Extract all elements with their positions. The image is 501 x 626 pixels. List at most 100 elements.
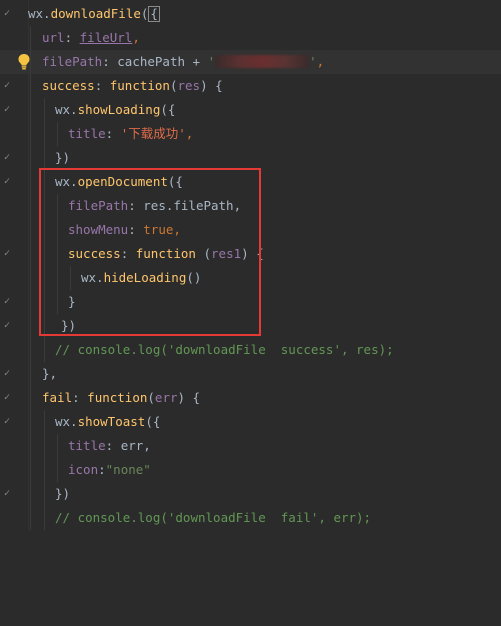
indent-guide: [44, 122, 45, 146]
token: : res.filePath,: [128, 198, 242, 213]
code-line[interactable]: ✓ },: [0, 362, 501, 386]
indent-guide: [30, 122, 31, 146]
fold-marker-icon[interactable]: ✓: [4, 314, 10, 338]
code-editor[interactable]: ✓ wx.downloadFile({ url: fileUrl, filePa…: [0, 0, 501, 531]
code-line[interactable]: title: err,: [0, 434, 501, 458]
code-line[interactable]: wx.hideLoading(): [0, 266, 501, 290]
indent-guide: [57, 218, 58, 242]
token: title: [68, 438, 106, 453]
code-line[interactable]: url: fileUrl,: [0, 26, 501, 50]
code-line[interactable]: ✓ }: [0, 290, 501, 314]
fold-marker-icon[interactable]: ✓: [4, 170, 10, 194]
code-line[interactable]: ✓ wx.downloadFile({: [0, 2, 501, 26]
indent-guide: [44, 482, 45, 506]
token: :: [72, 390, 88, 405]
token: ,: [185, 126, 194, 141]
indent-guide: [30, 434, 31, 458]
token: function: [135, 246, 196, 261]
code-line[interactable]: ✓ wx.showToast({: [0, 410, 501, 434]
code-line[interactable]: filePath: res.filePath,: [0, 194, 501, 218]
token: wx.: [55, 174, 78, 189]
indent-guide: [30, 194, 31, 218]
matched-brace: {: [148, 6, 160, 22]
code-line[interactable]: icon:"none": [0, 458, 501, 482]
code-line[interactable]: ✓ success: function (res1) {: [0, 242, 501, 266]
token: (: [140, 6, 149, 21]
token: : cachePath +: [102, 54, 208, 69]
token: ': [207, 54, 216, 69]
code-text: showMenu: true,: [68, 218, 181, 242]
code-line[interactable]: // console.log('downloadFile fail', err)…: [0, 506, 501, 530]
fold-marker-icon[interactable]: ✓: [4, 146, 10, 170]
indent-guide: [44, 434, 45, 458]
indent-guide: [30, 458, 31, 482]
code-line[interactable]: showMenu: true,: [0, 218, 501, 242]
code-line[interactable]: ✓ wx.showLoading({: [0, 98, 501, 122]
indent-guide: [30, 266, 31, 290]
code-line[interactable]: title: '下载成功',: [0, 122, 501, 146]
token: wx.: [55, 414, 78, 429]
fold-marker-icon[interactable]: ✓: [4, 2, 10, 26]
indent-guide: [44, 170, 45, 194]
comment: // console.log('downloadFile success', r…: [55, 342, 394, 357]
code-line[interactable]: ✓ wx.openDocument({: [0, 170, 501, 194]
token: ({: [145, 414, 161, 429]
indent-guide: [30, 338, 31, 362]
token: }: [68, 294, 76, 309]
indent-guide: [30, 362, 31, 386]
indent-guide: [70, 266, 71, 290]
token: function: [109, 78, 170, 93]
token: ) {: [241, 246, 264, 261]
token: function: [87, 390, 148, 405]
indent-guide: [44, 242, 45, 266]
fold-marker-icon[interactable]: ✓: [4, 410, 10, 434]
code-text: wx.showLoading({: [55, 98, 175, 122]
token: fail: [42, 390, 73, 405]
indent-guide: [30, 506, 31, 530]
indent-guide: [30, 50, 31, 74]
indent-guide: [57, 458, 58, 482]
token: ,: [132, 30, 140, 45]
lightbulb-icon[interactable]: [18, 54, 30, 70]
token: openDocument: [77, 174, 168, 189]
indent-guide: [44, 218, 45, 242]
fold-marker-icon[interactable]: ✓: [4, 386, 10, 410]
token: url: [42, 30, 65, 45]
fold-marker-icon[interactable]: ✓: [4, 74, 10, 98]
indent-guide: [44, 506, 45, 530]
indent-guide: [57, 122, 58, 146]
code-line[interactable]: ✓ success: function(res) {: [0, 74, 501, 98]
token: ({: [160, 102, 176, 117]
token: ,: [173, 222, 181, 237]
code-line-current[interactable]: filePath: cachePath + ' ',: [0, 50, 501, 74]
fold-marker-icon[interactable]: ✓: [4, 290, 10, 314]
indent-guide: [57, 242, 58, 266]
fold-marker-icon[interactable]: ✓: [4, 98, 10, 122]
indent-guide: [44, 410, 45, 434]
indent-guide: [30, 290, 31, 314]
code-text: icon:"none": [68, 458, 151, 482]
token: : err,: [105, 438, 151, 453]
fold-marker-icon[interactable]: ✓: [4, 242, 10, 266]
code-text: wx.downloadFile({: [28, 2, 160, 26]
code-line[interactable]: ✓ }): [0, 482, 501, 506]
token: downloadFile: [50, 6, 141, 21]
code-text: title: err,: [68, 434, 151, 458]
token: res: [177, 78, 201, 93]
code-text: filePath: res.filePath,: [68, 194, 241, 218]
code-text: fail: function(err) {: [42, 386, 200, 410]
token: title: [68, 126, 106, 141]
code-line[interactable]: ✓ }): [0, 146, 501, 170]
code-line[interactable]: ✓ fail: function(err) {: [0, 386, 501, 410]
code-line[interactable]: // console.log('downloadFile success', r…: [0, 338, 501, 362]
token: '下载成功': [120, 126, 186, 141]
token: hideLoading: [103, 270, 187, 285]
fold-marker-icon[interactable]: ✓: [4, 362, 10, 386]
fold-marker-icon[interactable]: ✓: [4, 482, 10, 506]
indent-guide: [44, 98, 45, 122]
code-line[interactable]: ✓ }): [0, 314, 501, 338]
redacted-region: [215, 55, 310, 68]
token: icon: [68, 462, 99, 477]
code-text: wx.showToast({: [55, 410, 160, 434]
indent-guide: [57, 290, 58, 314]
